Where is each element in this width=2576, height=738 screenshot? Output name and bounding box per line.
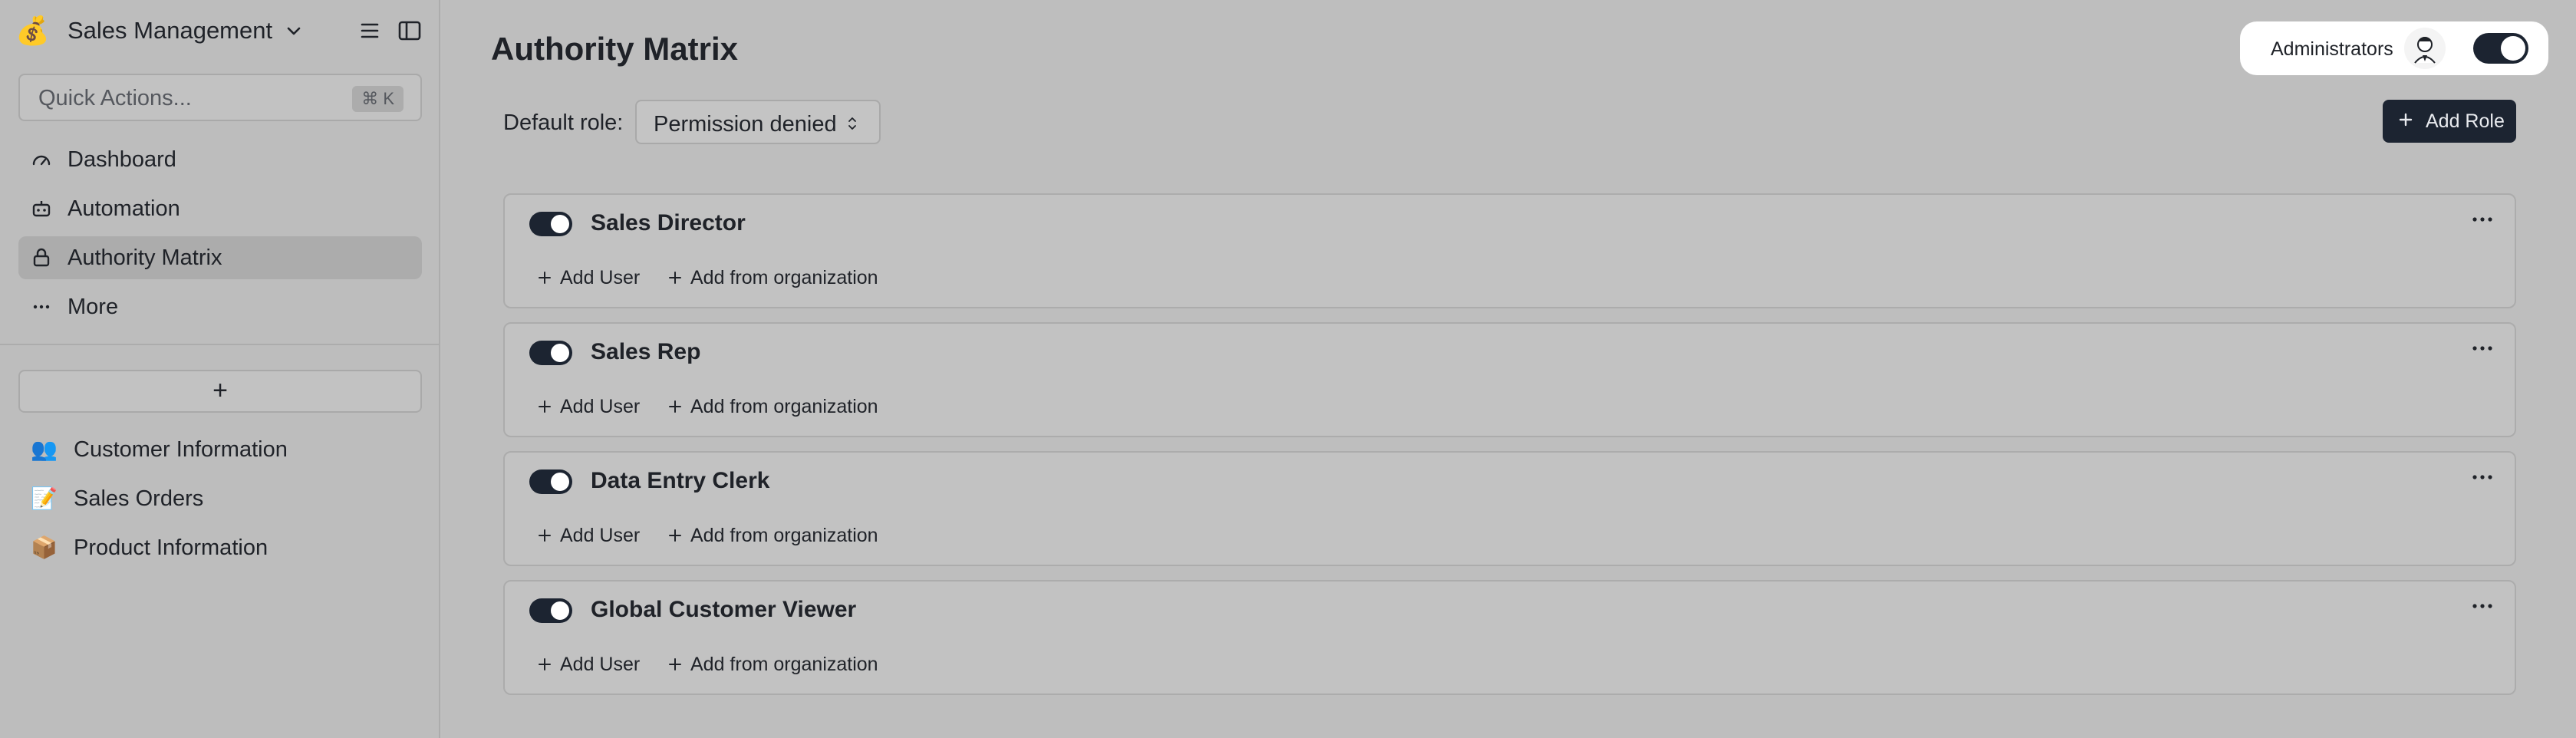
- more-options-icon[interactable]: [2472, 473, 2493, 482]
- administrators-label: Administrators: [2271, 38, 2393, 60]
- add-from-organization-label: Add from organization: [690, 653, 878, 675]
- shortcut-badge: ⌘ K: [352, 86, 404, 112]
- plus-icon: [669, 400, 681, 413]
- main-content: Authority Matrix Administrators Default …: [442, 0, 2576, 738]
- sidebar: 💰 Sales Management Quick Actions... ⌘ K …: [0, 0, 440, 738]
- default-role-value: Permission denied: [654, 112, 837, 137]
- default-role-label: Default role:: [503, 110, 624, 135]
- quick-actions-search[interactable]: Quick Actions... ⌘ K: [18, 74, 422, 121]
- chevron-down-icon: [287, 27, 301, 35]
- administrators-panel: Administrators: [2240, 21, 2548, 75]
- more-options-icon[interactable]: [2472, 215, 2493, 224]
- nav-item-label: Authority Matrix: [68, 245, 222, 270]
- administrators-toggle[interactable]: [2473, 33, 2528, 64]
- page-title: Authority Matrix: [491, 31, 739, 67]
- add-user-label: Add User: [560, 524, 641, 546]
- role-name: Sales Director: [591, 210, 746, 236]
- nav-item-label: Dashboard: [68, 147, 176, 172]
- sidebar-toggle-icon[interactable]: [396, 17, 423, 44]
- role-toggle[interactable]: [529, 469, 572, 494]
- quick-actions-placeholder: Quick Actions...: [38, 86, 192, 110]
- add-from-organization-label: Add from organization: [690, 524, 878, 546]
- add-table-button[interactable]: +: [18, 370, 422, 413]
- nav-item-label: Automation: [68, 196, 180, 221]
- add-from-organization-label: Add from organization: [690, 395, 878, 417]
- table-item-product-information[interactable]: 📦 Product Information: [18, 526, 422, 569]
- more-options-icon[interactable]: [2472, 344, 2493, 353]
- add-role-button[interactable]: Add Role: [2383, 100, 2516, 143]
- role-name: Sales Rep: [591, 339, 701, 364]
- role-name: Global Customer Viewer: [591, 597, 857, 622]
- nav-item-automation[interactable]: Automation: [18, 187, 422, 230]
- user-avatar-icon: [2414, 37, 2436, 64]
- table-item-label: Sales Orders: [74, 486, 204, 511]
- nav-item-dashboard[interactable]: Dashboard: [18, 138, 422, 181]
- role-toggle[interactable]: [529, 341, 572, 365]
- people-icon: 👥: [31, 437, 58, 461]
- add-user-button[interactable]: Add User: [537, 651, 640, 678]
- nav-item-authority-matrix[interactable]: Authority Matrix: [18, 236, 422, 279]
- add-from-organization-button[interactable]: Add from organization: [667, 651, 878, 678]
- ellipsis-icon: [33, 305, 50, 309]
- plus-icon: [2399, 113, 2413, 127]
- memo-icon: 📝: [31, 486, 58, 510]
- add-user-label: Add User: [560, 395, 641, 417]
- plus-icon: [669, 529, 681, 542]
- chevron-up-down-icon: [848, 117, 856, 130]
- add-from-organization-button[interactable]: Add from organization: [667, 522, 878, 549]
- lock-icon: [33, 248, 50, 267]
- add-role-label: Add Role: [2426, 110, 2505, 132]
- table-item-sales-orders[interactable]: 📝 Sales Orders: [18, 477, 422, 520]
- plus-icon: [669, 658, 681, 670]
- role-toggle[interactable]: [529, 598, 572, 623]
- add-from-organization-button[interactable]: Add from organization: [667, 393, 878, 420]
- more-options-icon[interactable]: [2472, 601, 2493, 611]
- table-item-customer-information[interactable]: 👥 Customer Information: [18, 428, 422, 471]
- add-user-button[interactable]: Add User: [537, 522, 640, 549]
- plus-icon: [539, 658, 551, 670]
- dashboard-icon: [32, 155, 51, 166]
- robot-icon: [32, 201, 51, 217]
- workspace-name: Sales Management: [68, 17, 273, 44]
- role-card-data-entry-clerk: Data Entry Clerk Add User Add from organ…: [503, 451, 2516, 566]
- avatar[interactable]: [2404, 28, 2446, 69]
- plus-icon: [539, 400, 551, 413]
- add-from-organization-label: Add from organization: [690, 266, 878, 288]
- add-user-button[interactable]: Add User: [537, 393, 640, 420]
- role-card-sales-director: Sales Director Add User Add from organiz…: [503, 193, 2516, 308]
- add-user-button[interactable]: Add User: [537, 264, 640, 292]
- package-icon: 📦: [31, 535, 58, 559]
- add-user-label: Add User: [560, 266, 641, 288]
- money-bag-icon: 💰: [15, 15, 50, 46]
- nav-item-more[interactable]: More: [18, 285, 422, 328]
- menu-icon[interactable]: [356, 17, 384, 44]
- role-toggle[interactable]: [529, 212, 572, 236]
- role-card-global-customer-viewer: Global Customer Viewer Add User Add from…: [503, 580, 2516, 695]
- role-card-sales-rep: Sales Rep Add User Add from organization: [503, 322, 2516, 437]
- role-name: Data Entry Clerk: [591, 468, 770, 493]
- table-item-label: Customer Information: [74, 437, 288, 462]
- add-from-organization-button[interactable]: Add from organization: [667, 264, 878, 292]
- nav-item-label: More: [68, 295, 119, 319]
- plus-icon: [669, 272, 681, 284]
- default-role-select[interactable]: Permission denied: [635, 100, 881, 144]
- plus-icon: [539, 529, 551, 542]
- add-user-label: Add User: [560, 653, 641, 675]
- plus-icon: [539, 272, 551, 284]
- table-item-label: Product Information: [74, 535, 268, 560]
- sidebar-divider: [0, 344, 439, 345]
